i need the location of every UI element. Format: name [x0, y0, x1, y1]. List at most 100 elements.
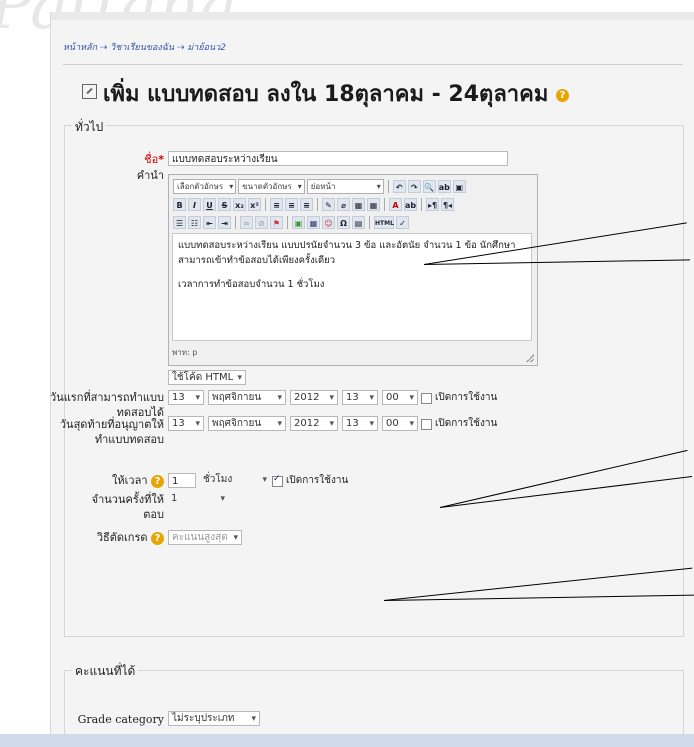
grading-method-select[interactable]: คะแนนสูงสุด [168, 530, 242, 545]
toolbar-separator [369, 215, 370, 229]
close-date-label: วันสุดท้ายที่อนุญาตให้ทำแบบทดสอบ [59, 418, 164, 446]
description-editor[interactable]: เลือกตัวอักษร ขนาดตัวอักษร ย่อหน้า ↶ ↷ 🔍… [168, 174, 538, 366]
ltr-icon[interactable]: ▸¶ [426, 197, 439, 211]
italic-icon[interactable]: I [188, 197, 201, 211]
close-minute-select[interactable]: 00 [382, 416, 418, 431]
toolbar-separator [387, 179, 389, 193]
toolbar-separator [317, 197, 318, 211]
unlink-icon[interactable]: ⊘ [255, 215, 268, 229]
table-icon[interactable]: ▤ [352, 215, 365, 229]
editor-paragraph: เวลาการทำข้อสอบจำนวน 1 ชั่วโมง [178, 279, 325, 290]
timelimit-unit-select[interactable]: ชั่วโมง [200, 473, 270, 488]
special-char-icon[interactable]: Ω [337, 215, 350, 229]
anchor-icon[interactable]: ⚑ [270, 215, 283, 229]
superscript-icon[interactable]: x² [248, 197, 261, 211]
open-date-label: วันแรกที่สามารถทำแบบทดสอบได้ [50, 391, 164, 419]
timelimit-enable-checkbox[interactable] [272, 474, 283, 487]
numbered-list-icon[interactable]: ☷ [188, 215, 201, 229]
close-enable-checkbox[interactable] [421, 419, 432, 430]
name-input[interactable]: แบบทดสอบระหว่างเรียน [168, 151, 508, 166]
replace-icon[interactable]: ab [437, 179, 451, 193]
undo-icon[interactable]: ↶ [392, 179, 406, 193]
bullet-list-icon[interactable]: ☰ [173, 215, 186, 229]
breadcrumb[interactable]: หน้าหลัก ⇢ วิชาเรียนของฉัน ⇢ ม่าย้อนว2 [63, 40, 226, 54]
rtl-icon[interactable]: ¶◂ [441, 197, 454, 211]
spellcheck-icon[interactable]: ✓ [396, 215, 409, 229]
font-family-select[interactable]: เลือกตัวอักษร [173, 178, 237, 194]
text-color-icon[interactable]: A [389, 197, 402, 211]
edit-icon [82, 84, 97, 99]
open-minute-select[interactable]: 00 [382, 390, 418, 405]
align-center-icon[interactable]: ≡ [285, 197, 298, 211]
fullscreen-icon[interactable]: ▣ [452, 179, 466, 193]
name-label-text: ชื่อ [144, 153, 159, 166]
text-format-select[interactable]: ใช้โค้ด HTML [168, 370, 246, 385]
editor-path-bar: พาท: p [172, 348, 198, 357]
required-marker: * [158, 153, 164, 166]
image-icon[interactable]: ▣ [292, 215, 305, 229]
description-label: คำนำ [136, 169, 164, 182]
close-year-select[interactable]: 2012 [290, 416, 338, 431]
help-icon[interactable]: ? [151, 531, 164, 545]
open-year-select[interactable]: 2012 [290, 390, 338, 405]
open-enable-label: เปิดการใช้งาน [435, 392, 498, 403]
grade-category-label: Grade category [77, 713, 164, 726]
html-source-icon[interactable]: HTML [374, 215, 394, 229]
help-icon[interactable]: ? [556, 88, 570, 102]
link-icon[interactable]: ∞ [240, 215, 253, 229]
close-enable-label: เปิดการใช้งาน [435, 418, 498, 429]
paste-text-icon[interactable]: ▦ [352, 197, 365, 211]
strikethrough-icon[interactable]: S [218, 197, 231, 211]
divider [63, 64, 683, 65]
find-icon[interactable]: 🔍 [422, 179, 436, 193]
general-legend[interactable]: ทั่วไป [72, 118, 107, 137]
open-month-select[interactable]: พฤศจิกายน [208, 390, 286, 405]
highlight-color-icon[interactable]: ab [404, 197, 417, 211]
media-icon[interactable]: ▦ [307, 215, 320, 229]
font-size-select[interactable]: ขนาดตัวอักษร [238, 178, 305, 194]
top-strip [51, 12, 694, 20]
close-hour-select[interactable]: 13 [342, 416, 378, 431]
clean-up-icon[interactable]: ✎ [322, 197, 335, 211]
redo-icon[interactable]: ↷ [407, 179, 421, 193]
editor-toolbar-row-1: เลือกตัวอักษร ขนาดตัวอักษร ย่อหน้า ↶ ↷ 🔍… [173, 178, 466, 194]
close-month-select[interactable]: พฤศจิกายน [208, 416, 286, 431]
toolbar-separator [421, 197, 422, 211]
resize-grip-icon[interactable] [526, 354, 534, 362]
align-right-icon[interactable]: ≡ [300, 197, 313, 211]
timelimit-enable-label: เปิดการใช้งาน [286, 475, 349, 486]
open-enable-checkbox[interactable] [421, 393, 432, 404]
bottom-bar [0, 734, 694, 747]
timelimit-label-text: ให้เวลา [112, 474, 148, 487]
grade-category-select[interactable]: ไม่ระบุประเภท [168, 711, 260, 726]
close-day-select[interactable]: 13 [168, 416, 204, 431]
attempts-select[interactable]: 1 [168, 492, 228, 507]
help-icon[interactable]: ? [151, 474, 164, 488]
page-title: เพิ่ม แบบทดสอบ ลงใน 18ตุลาคม - 24ตุลาคม … [82, 76, 570, 111]
page-title-text: เพิ่ม แบบทดสอบ ลงใน 18ตุลาคม - 24ตุลาคม [103, 82, 549, 107]
indent-icon[interactable]: ⇥ [218, 215, 231, 229]
emoticon-icon[interactable]: ☺ [322, 215, 335, 229]
editor-content-area[interactable]: แบบทดสอบระหว่างเรียน แบบปรนัยจำนวน 3 ข้อ… [172, 233, 532, 341]
bold-icon[interactable]: B [173, 197, 186, 211]
grades-legend[interactable]: คะแนนที่ได้ [72, 662, 139, 681]
toolbar-separator [287, 215, 288, 229]
outdent-icon[interactable]: ⇤ [203, 215, 216, 229]
remove-format-icon[interactable]: ⌀ [337, 197, 350, 211]
timelimit-label: ให้เวลา ? [60, 473, 164, 488]
toolbar-separator [265, 197, 266, 211]
attempts-label: จำนวนครั้งที่ให้ตอบ [91, 493, 164, 521]
underline-icon[interactable]: U [203, 197, 216, 211]
toolbar-separator [235, 215, 236, 229]
open-day-select[interactable]: 13 [168, 390, 204, 405]
open-hour-select[interactable]: 13 [342, 390, 378, 405]
paste-word-icon[interactable]: ▦ [367, 197, 380, 211]
subscript-icon[interactable]: x₂ [233, 197, 246, 211]
editor-toolbar-row-2: B I U S x₂ x² ≡ ≡ ≡ ✎ ⌀ ▦ ▦ A ab ▸¶ ¶◂ [173, 196, 454, 212]
align-left-icon[interactable]: ≡ [270, 197, 283, 211]
grading-method-label: วิธีตัดเกรด ? [60, 530, 164, 545]
toolbar-separator [384, 197, 385, 211]
name-label: ชื่อ* [60, 152, 164, 167]
format-select[interactable]: ย่อหน้า [306, 178, 384, 194]
timelimit-input[interactable]: 1 [168, 473, 196, 488]
